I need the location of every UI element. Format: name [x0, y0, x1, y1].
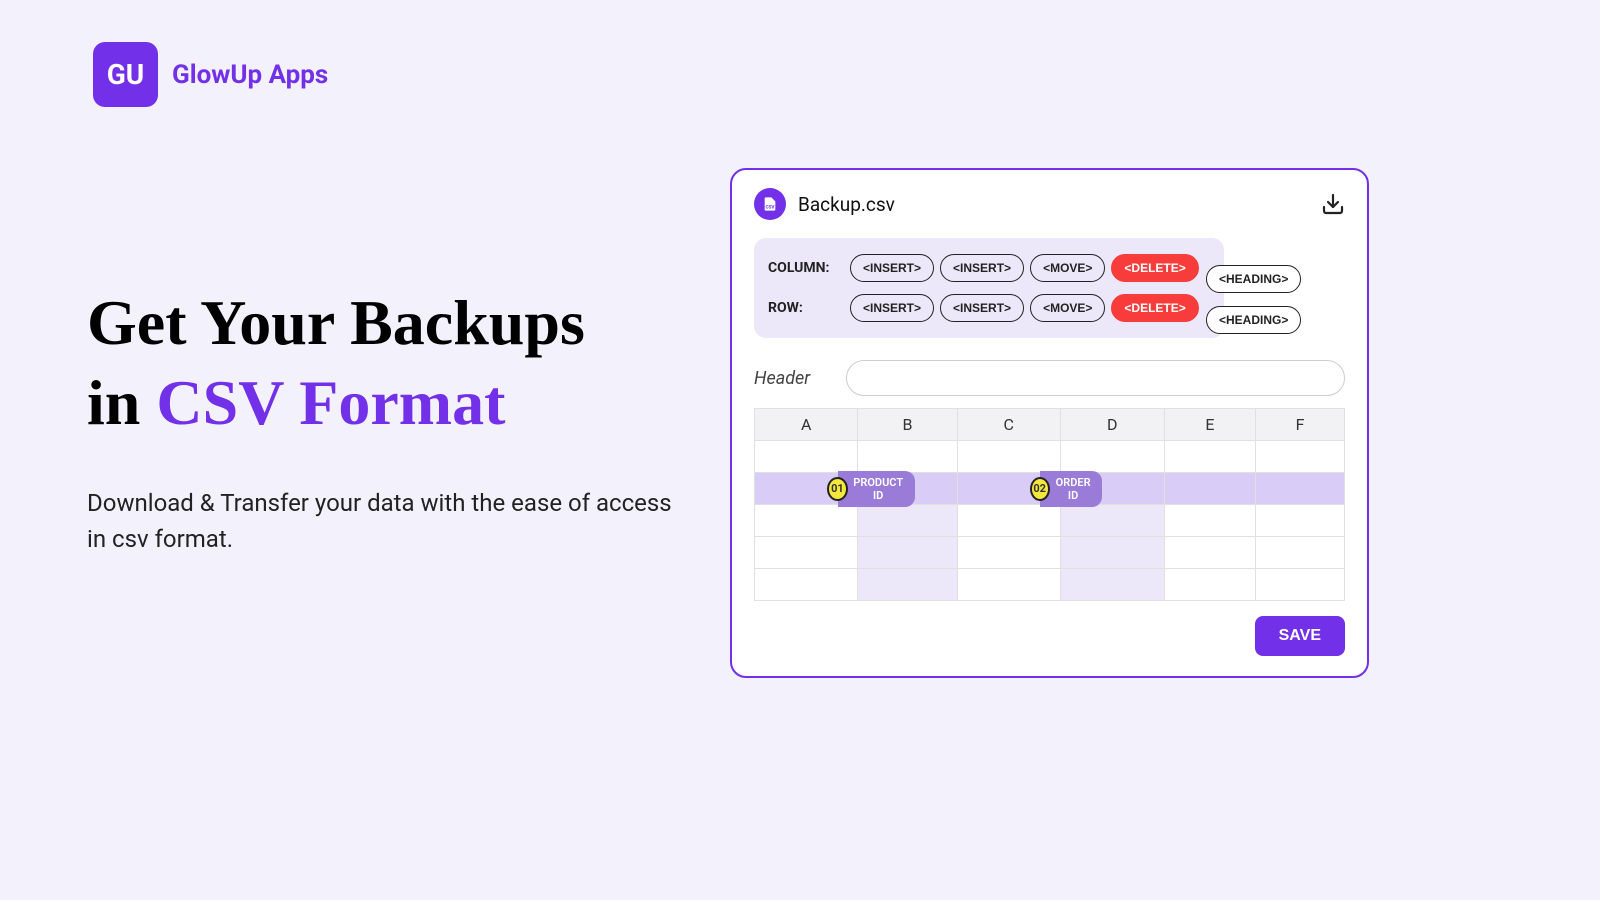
row-label: ROW: — [768, 300, 844, 316]
csv-editor-panel: CSV Backup.csv COLUMN: <INSERT> <INSERT>… — [730, 168, 1369, 678]
tag-label-1: PRODUCT ID — [838, 471, 915, 507]
column-controls: COLUMN: <INSERT> <INSERT> <MOVE> <DELETE… — [768, 254, 1210, 282]
tag-badge-1: 01 — [827, 477, 848, 501]
grid-row[interactable] — [755, 441, 1345, 473]
controls-box: COLUMN: <INSERT> <INSERT> <MOVE> <DELETE… — [754, 238, 1224, 338]
hero-title-highlight: CSV Format — [156, 367, 505, 438]
row-controls: ROW: <INSERT> <INSERT> <MOVE> <DELETE> — [768, 294, 1210, 322]
column-insert-button-1[interactable]: <INSERT> — [850, 254, 934, 282]
column-delete-button[interactable]: <DELETE> — [1111, 254, 1198, 282]
grid-row-highlighted[interactable]: 01 PRODUCT ID 02 ORDER ID — [755, 473, 1345, 505]
hero-section: Get Your Backups in CSV Format Download … — [87, 283, 687, 557]
grid-row[interactable] — [755, 505, 1345, 537]
hero-title: Get Your Backups in CSV Format — [87, 283, 687, 443]
tag-order-id[interactable]: 02 ORDER ID — [1030, 471, 1103, 507]
row-heading-button[interactable]: <HEADING> — [1206, 306, 1301, 334]
save-button[interactable]: SAVE — [1255, 616, 1345, 656]
col-E[interactable]: E — [1164, 409, 1255, 441]
col-F[interactable]: F — [1255, 409, 1344, 441]
col-D[interactable]: D — [1060, 409, 1164, 441]
col-C[interactable]: C — [957, 409, 1060, 441]
col-B[interactable]: B — [858, 409, 957, 441]
hero-subtitle: Download & Transfer your data with the e… — [87, 485, 687, 557]
column-move-button[interactable]: <MOVE> — [1030, 254, 1105, 282]
hero-title-prefix: in — [87, 367, 156, 438]
csv-grid[interactable]: A B C D E F 01 PRODUCT ID — [754, 408, 1345, 601]
row-insert-button-1[interactable]: <INSERT> — [850, 294, 934, 322]
csv-file-icon: CSV — [754, 188, 786, 220]
row-delete-button[interactable]: <DELETE> — [1111, 294, 1198, 322]
logo-initials: GU — [107, 58, 145, 91]
tag-badge-2: 02 — [1030, 477, 1050, 501]
row-insert-button-2[interactable]: <INSERT> — [940, 294, 1024, 322]
header-field-row: Header — [754, 360, 1345, 396]
panel-header: CSV Backup.csv — [754, 188, 1345, 220]
file-info: CSV Backup.csv — [754, 188, 895, 220]
filename-label: Backup.csv — [798, 193, 895, 216]
column-insert-button-2[interactable]: <INSERT> — [940, 254, 1024, 282]
logo-icon: GU — [93, 42, 158, 107]
hero-title-line1: Get Your Backups — [87, 287, 585, 358]
row-move-button[interactable]: <MOVE> — [1030, 294, 1105, 322]
grid-row[interactable] — [755, 537, 1345, 569]
grid-header-row: A B C D E F — [755, 409, 1345, 441]
column-heading-button[interactable]: <HEADING> — [1206, 265, 1301, 293]
tag-product-id[interactable]: 01 PRODUCT ID — [827, 471, 915, 507]
brand-name: GlowUp Apps — [172, 60, 328, 90]
grid-row[interactable] — [755, 569, 1345, 601]
brand-logo: GU GlowUp Apps — [93, 42, 328, 107]
header-input[interactable] — [846, 360, 1345, 396]
download-icon[interactable] — [1321, 192, 1345, 216]
column-label: COLUMN: — [768, 260, 844, 276]
col-A[interactable]: A — [755, 409, 858, 441]
header-field-label: Header — [754, 368, 824, 389]
svg-text:CSV: CSV — [766, 205, 776, 211]
